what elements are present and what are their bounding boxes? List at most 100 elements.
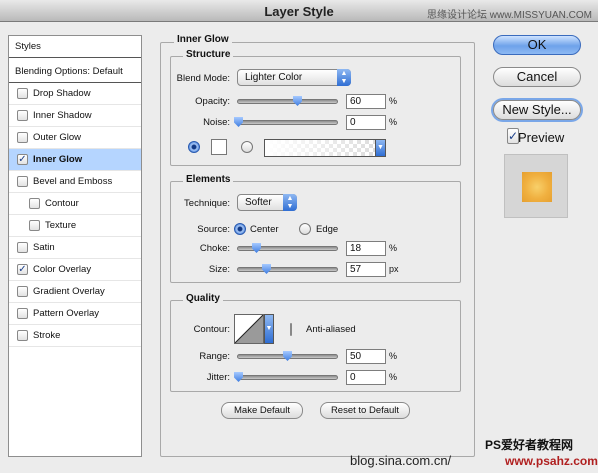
gradient-preview[interactable] <box>264 139 376 157</box>
blend-mode-value: Lighter Color <box>245 72 303 83</box>
glow-color-swatch[interactable] <box>211 139 227 155</box>
watermark-bottom3: www.psahz.com <box>505 454 598 468</box>
jitter-label: Jitter: <box>206 372 230 383</box>
gradient-overlay-checkbox[interactable] <box>17 286 28 297</box>
title-bar: Layer Style 思缘设计论坛 www.MISSYUAN.COM <box>0 0 598 22</box>
styles-header[interactable]: Styles <box>9 36 141 58</box>
make-default-button[interactable]: Make Default <box>221 402 303 419</box>
range-field[interactable]: 50 <box>346 349 386 364</box>
range-label: Range: <box>199 351 230 362</box>
style-item-stroke[interactable]: Stroke <box>9 325 141 347</box>
style-item-color-overlay[interactable]: ✓ Color Overlay <box>9 259 141 281</box>
style-item-label: Gradient Overlay <box>33 286 105 297</box>
styles-list: Styles Blending Options: Default Drop Sh… <box>8 35 142 457</box>
watermark-bottom2: PS爱好者教程网 <box>485 438 574 452</box>
preview-thumbnail <box>504 154 568 218</box>
source-label: Source: <box>197 224 230 235</box>
style-item-texture[interactable]: Texture <box>9 215 141 237</box>
technique-value: Softer <box>245 197 272 208</box>
source-edge-radio[interactable] <box>299 223 311 235</box>
style-item-label: Inner Glow <box>33 154 83 165</box>
ok-button[interactable]: OK <box>493 35 581 55</box>
preview-label: Preview <box>518 130 565 145</box>
style-item-contour[interactable]: Contour <box>9 193 141 215</box>
chevron-down-icon[interactable]: ▼ <box>375 139 386 157</box>
jitter-slider[interactable] <box>237 375 338 380</box>
style-item-bevel-emboss[interactable]: Bevel and Emboss <box>9 171 141 193</box>
noise-unit: % <box>389 117 398 127</box>
style-item-label: Outer Glow <box>33 132 82 143</box>
gradient-radio[interactable] <box>241 141 253 153</box>
opacity-label: Opacity: <box>195 96 230 107</box>
pattern-overlay-checkbox[interactable] <box>17 308 28 319</box>
style-item-label: Satin <box>33 242 55 253</box>
choke-label: Choke: <box>199 243 230 254</box>
opacity-field[interactable]: 60 <box>346 94 386 109</box>
contour-checkbox[interactable] <box>29 198 40 209</box>
noise-field[interactable]: 0 <box>346 115 386 130</box>
color-overlay-checkbox[interactable]: ✓ <box>17 264 28 275</box>
choke-field[interactable]: 18 <box>346 241 386 256</box>
source-center-radio[interactable] <box>234 223 246 235</box>
noise-label: Noise: <box>203 117 230 128</box>
new-style-button[interactable]: New Style... <box>493 100 581 120</box>
cancel-button[interactable]: Cancel <box>493 67 581 87</box>
style-item-label: Texture <box>45 220 77 231</box>
style-item-label: Bevel and Emboss <box>33 176 113 187</box>
contour-curve-icon <box>235 315 263 343</box>
satin-checkbox[interactable] <box>17 242 28 253</box>
source-center-label: Center <box>250 224 279 235</box>
style-item-label: Stroke <box>33 330 61 341</box>
style-item-drop-shadow[interactable]: Drop Shadow <box>9 83 141 105</box>
drop-shadow-checkbox[interactable] <box>17 88 28 99</box>
elements-title: Elements <box>183 174 234 185</box>
size-field[interactable]: 57 <box>346 262 386 277</box>
inner-shadow-checkbox[interactable] <box>17 110 28 121</box>
opacity-unit: % <box>389 96 398 106</box>
antialiased-checkbox[interactable] <box>290 323 292 336</box>
stroke-checkbox[interactable] <box>17 330 28 341</box>
quality-title: Quality <box>183 293 223 304</box>
chevron-updown-icon: ▲ ▼ <box>337 69 351 86</box>
contour-label: Contour: <box>193 324 230 335</box>
style-item-label: Color Overlay <box>33 264 92 275</box>
chevron-down-icon[interactable]: ▼ <box>264 314 274 344</box>
blend-mode-label: Blend Mode: <box>176 73 230 84</box>
contour-preview[interactable] <box>234 314 264 344</box>
antialiased-label: Anti-aliased <box>306 324 356 335</box>
structure-title: Structure <box>183 49 234 60</box>
style-item-inner-glow[interactable]: ✓ Inner Glow <box>9 149 141 171</box>
watermark-top: 思缘设计论坛 www.MISSYUAN.COM <box>426 10 592 21</box>
bevel-emboss-checkbox[interactable] <box>17 176 28 187</box>
size-label: Size: <box>208 264 230 275</box>
choke-unit: % <box>389 243 398 253</box>
size-slider[interactable] <box>237 267 338 272</box>
jitter-field[interactable]: 0 <box>346 370 386 385</box>
texture-checkbox[interactable] <box>29 220 40 231</box>
style-item-inner-shadow[interactable]: Inner Shadow <box>9 105 141 127</box>
outer-glow-checkbox[interactable] <box>17 132 28 143</box>
technique-select[interactable]: Softer ▲ ▼ <box>237 194 297 211</box>
jitter-unit: % <box>389 372 398 382</box>
style-item-outer-glow[interactable]: Outer Glow <box>9 127 141 149</box>
style-item-label: Drop Shadow <box>33 88 91 99</box>
source-edge-label: Edge <box>316 224 339 235</box>
style-item-gradient-overlay[interactable]: Gradient Overlay <box>9 281 141 303</box>
blend-mode-select[interactable]: Lighter Color ▲ ▼ <box>237 69 351 86</box>
style-item-label: Contour <box>45 198 79 209</box>
solid-color-radio[interactable] <box>188 141 200 153</box>
style-item-label: Pattern Overlay <box>33 308 99 319</box>
preview-swatch <box>522 172 552 202</box>
technique-label: Technique: <box>184 198 230 209</box>
reset-default-button[interactable]: Reset to Default <box>320 402 410 419</box>
size-unit: px <box>389 264 399 274</box>
watermark-bottom: blog.sina.com.cn/ <box>350 453 452 468</box>
opacity-slider[interactable] <box>237 99 338 104</box>
range-unit: % <box>389 351 398 361</box>
style-item-pattern-overlay[interactable]: Pattern Overlay <box>9 303 141 325</box>
noise-slider[interactable] <box>237 120 338 125</box>
panel-title: Inner Glow <box>174 34 232 45</box>
style-item-satin[interactable]: Satin <box>9 237 141 259</box>
inner-glow-checkbox[interactable]: ✓ <box>17 154 28 165</box>
blending-options-item[interactable]: Blending Options: Default <box>9 61 141 83</box>
